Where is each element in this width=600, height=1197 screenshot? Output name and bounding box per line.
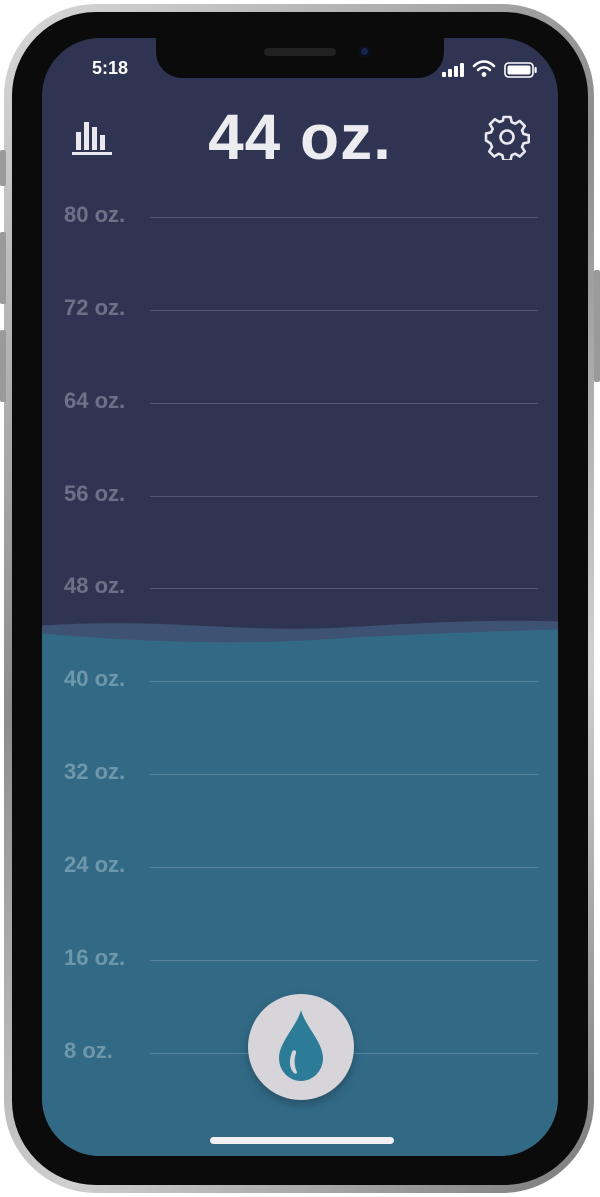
wifi-icon: [472, 60, 496, 77]
settings-button[interactable]: [484, 114, 530, 162]
scale-row-80: 80 oz.: [42, 202, 558, 232]
scale-row-48: 48 oz.: [42, 573, 558, 603]
scale-line: [150, 960, 538, 961]
scale-label: 32 oz.: [64, 759, 126, 784]
cellular-signal-icon: [442, 63, 464, 77]
earpiece-speaker: [264, 48, 336, 56]
scale-line: [150, 310, 538, 311]
app-screen: 80 oz. 72 oz. 64 oz. 56 oz. 48 oz. 40 oz…: [42, 38, 558, 1156]
camera-notch: [156, 38, 444, 78]
scale-row-56: 56 oz.: [42, 481, 558, 511]
scale-row-24: 24 oz.: [42, 852, 558, 882]
scale-row-16: 16 oz.: [42, 945, 558, 975]
scale-label: 48 oz.: [64, 573, 126, 598]
volume-down-button: [0, 330, 6, 402]
power-button: [594, 270, 600, 382]
add-water-button[interactable]: [248, 994, 354, 1100]
scale-label: 56 oz.: [64, 481, 126, 506]
scale-label: 24 oz.: [64, 852, 126, 877]
status-icons: [442, 60, 542, 78]
scale-line: [150, 217, 538, 218]
scale-label: 8 oz.: [64, 1038, 113, 1063]
scale-line: [150, 681, 538, 682]
home-indicator[interactable]: [210, 1137, 394, 1144]
status-time: 5:18: [91, 58, 129, 78]
front-camera: [359, 46, 370, 57]
scale-line: [150, 774, 538, 775]
scale-line: [150, 496, 538, 497]
scale-line: [150, 588, 538, 589]
scale-label: 16 oz.: [64, 945, 126, 970]
scale-row-32: 32 oz.: [42, 759, 558, 789]
scale-label: 72 oz.: [64, 295, 126, 320]
silent-switch: [0, 150, 6, 186]
scale-row-64: 64 oz.: [42, 388, 558, 418]
scale-line: [150, 403, 538, 404]
volume-up-button: [0, 232, 6, 304]
daily-total: 44 oz.: [208, 101, 392, 173]
scale-row-72: 72 oz.: [42, 295, 558, 325]
scale-row-40: 40 oz.: [42, 666, 558, 696]
volume-scale: 80 oz. 72 oz. 64 oz. 56 oz. 48 oz. 40 oz…: [42, 38, 558, 1156]
battery-icon: [504, 62, 537, 78]
scale-line: [150, 867, 538, 868]
scale-label: 40 oz.: [64, 666, 126, 691]
gear-icon: [484, 115, 530, 162]
scale-label: 80 oz.: [64, 202, 126, 227]
water-drop-icon: [279, 1010, 323, 1081]
scale-label: 64 oz.: [64, 388, 126, 413]
